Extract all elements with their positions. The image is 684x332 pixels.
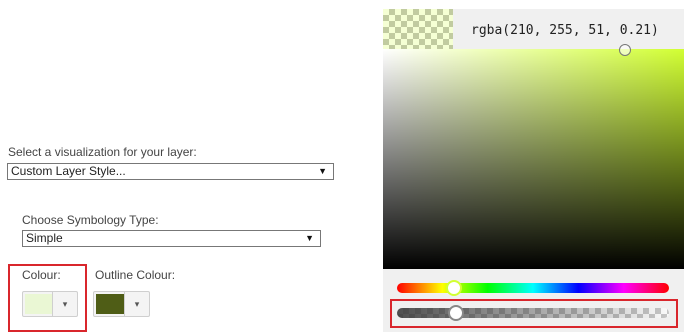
symbology-select-value: Simple xyxy=(26,231,63,245)
chevron-down-icon: ▼ xyxy=(305,233,314,243)
visualization-select[interactable]: Custom Layer Style... ▼ xyxy=(7,163,334,180)
outline-colour-swatch xyxy=(96,294,124,314)
hue-slider[interactable] xyxy=(397,283,669,293)
colour-picker-button[interactable]: ▾ xyxy=(22,291,78,317)
symbology-select[interactable]: Simple ▼ xyxy=(22,230,321,247)
color-preview xyxy=(383,9,453,49)
hue-slider-handle[interactable] xyxy=(446,280,462,296)
symbology-label: Choose Symbology Type: xyxy=(22,213,159,227)
visualization-select-value: Custom Layer Style... xyxy=(11,164,126,178)
chevron-down-icon: ▼ xyxy=(318,166,327,176)
outline-colour-picker-button[interactable]: ▾ xyxy=(93,291,150,317)
color-value-text[interactable]: rgba(210, 255, 51, 0.21) xyxy=(471,23,659,38)
chevron-down-icon: ▾ xyxy=(124,292,149,316)
colour-swatch xyxy=(25,294,53,314)
saturation-value-handle[interactable] xyxy=(619,44,631,56)
chevron-down-icon: ▾ xyxy=(52,292,77,316)
colour-label: Colour: xyxy=(22,268,61,282)
alpha-slider-highlight-box xyxy=(390,299,678,328)
visualization-label: Select a visualization for your layer: xyxy=(8,145,197,159)
color-picker-panel: rgba(210, 255, 51, 0.21) xyxy=(383,9,684,332)
outline-colour-label: Outline Colour: xyxy=(95,268,176,282)
saturation-value-area[interactable] xyxy=(383,49,684,269)
